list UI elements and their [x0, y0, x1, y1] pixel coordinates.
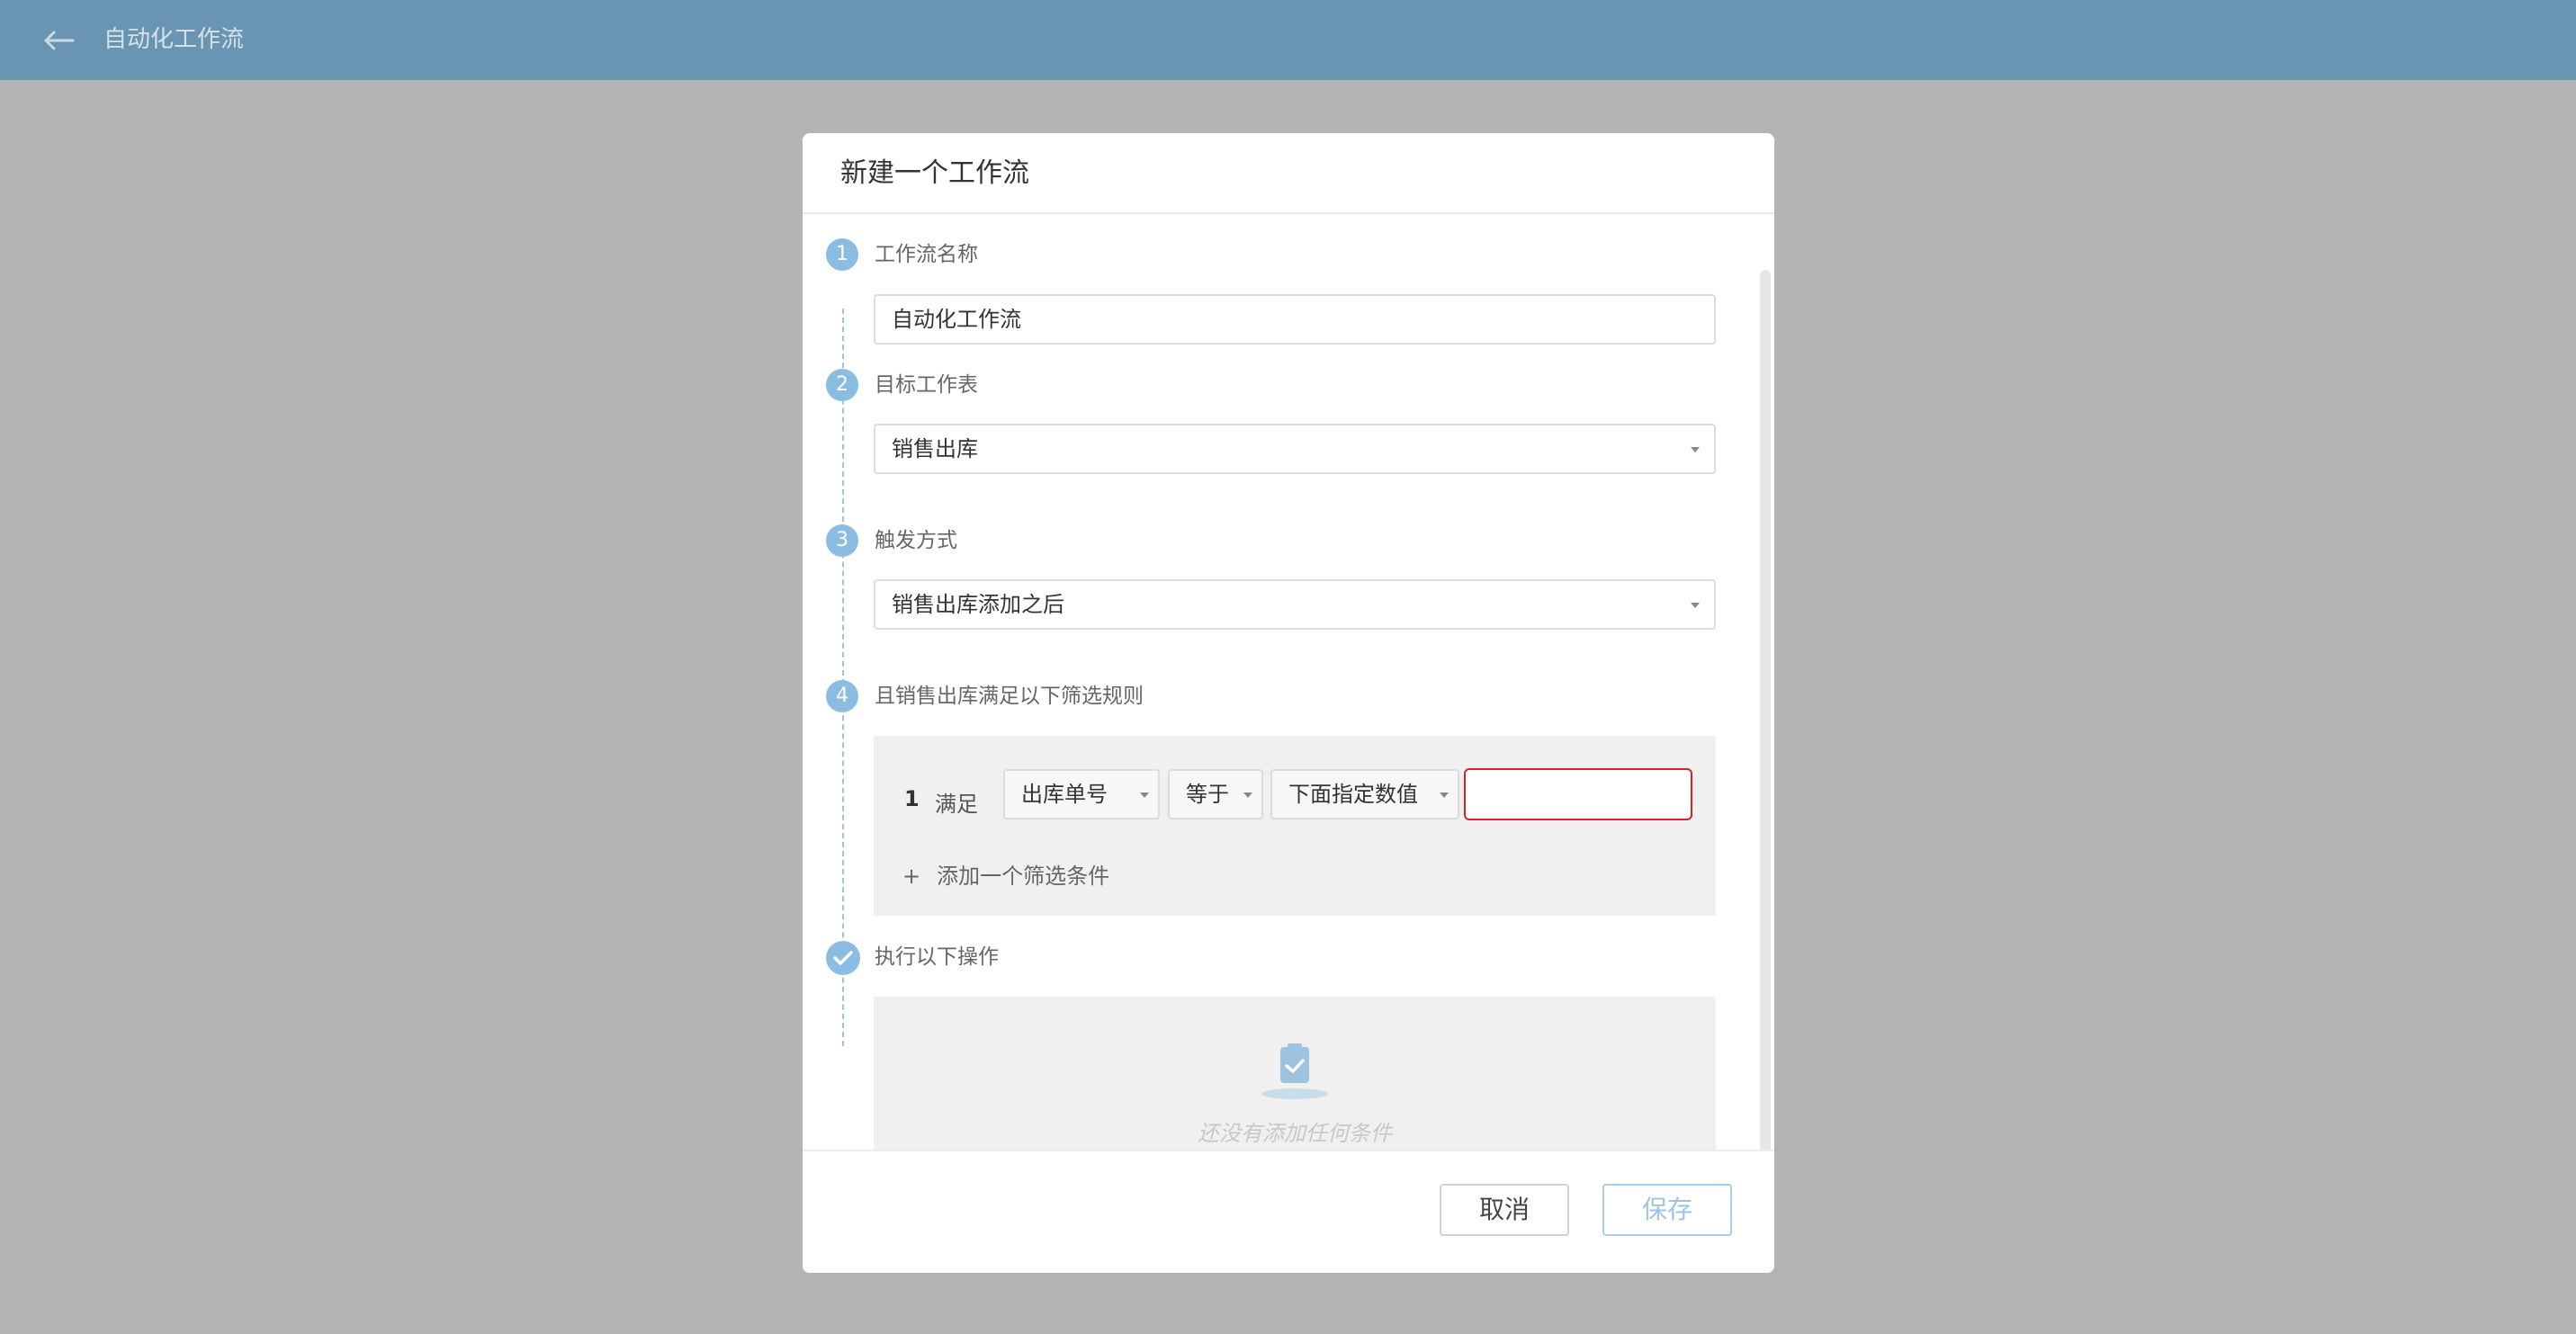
- step-1-label: 工作流名称: [875, 243, 978, 266]
- add-filter-button[interactable]: + 添加一个筛选条件: [902, 858, 1109, 890]
- filter-operator-select[interactable]: 等于: [1168, 769, 1263, 819]
- dialog-scrollbar[interactable]: [1760, 270, 1771, 1169]
- filter-value-input[interactable]: [1464, 768, 1692, 820]
- new-workflow-dialog: 新建一个工作流 1 工作流名称 自动化工作流 2 目标工作表 销售出库 3 触发…: [803, 133, 1774, 1273]
- filter-field-select[interactable]: 出库单号: [1003, 769, 1160, 819]
- back-button[interactable]: [36, 18, 81, 63]
- step-4-number: 4: [826, 680, 858, 712]
- filter-operator-value: 等于: [1186, 782, 1229, 807]
- filter-value-source-select[interactable]: 下面指定数值: [1270, 769, 1459, 819]
- step-2-number: 2: [826, 369, 858, 401]
- trigger-type-select[interactable]: 销售出库添加之后: [874, 579, 1716, 630]
- check-icon: [826, 941, 860, 975]
- app-title: 自动化工作流: [103, 26, 245, 53]
- arrow-left-icon: [44, 31, 75, 50]
- filter-index: 1: [904, 786, 920, 811]
- cancel-button[interactable]: 取消: [1440, 1184, 1569, 1236]
- workflow-name-input[interactable]: 自动化工作流: [874, 294, 1716, 345]
- save-button[interactable]: 保存: [1602, 1184, 1732, 1236]
- step-3-number: 3: [826, 524, 858, 557]
- chevron-down-icon: [1691, 447, 1700, 452]
- step-connector-line: [842, 309, 844, 1046]
- plus-icon: +: [902, 864, 921, 889]
- filter-field-value: 出库单号: [1021, 782, 1108, 807]
- empty-actions-text: 还没有添加任何条件: [1198, 1121, 1392, 1146]
- trigger-type-value: 销售出库添加之后: [892, 592, 1064, 617]
- clipboard-check-icon: [1261, 1043, 1328, 1099]
- target-sheet-value: 销售出库: [892, 436, 978, 461]
- step-2-label: 目标工作表: [875, 373, 978, 397]
- step-1-number: 1: [826, 238, 858, 271]
- filter-value-source-value: 下面指定数值: [1288, 782, 1418, 807]
- actions-label: 执行以下操作: [875, 945, 999, 969]
- step-4-label: 且销售出库满足以下筛选规则: [875, 685, 1144, 708]
- chevron-down-icon: [1243, 792, 1252, 798]
- step-3-label: 触发方式: [875, 529, 957, 552]
- chevron-down-icon: [1440, 792, 1449, 798]
- filter-satisfy-label: 满足: [935, 792, 978, 817]
- top-bar: 自动化工作流: [0, 0, 2576, 80]
- dialog-title: 新建一个工作流: [840, 157, 1029, 189]
- chevron-down-icon: [1691, 603, 1700, 608]
- filter-rules-panel: 1 满足 出库单号 等于 下面指定数值 + 添加一个筛选条件: [874, 736, 1716, 916]
- dialog-header: 新建一个工作流: [803, 133, 1774, 214]
- dialog-footer: 取消 保存: [803, 1150, 1774, 1273]
- target-sheet-select[interactable]: 销售出库: [874, 424, 1716, 474]
- chevron-down-icon: [1140, 792, 1149, 798]
- add-filter-label: 添加一个筛选条件: [937, 864, 1110, 889]
